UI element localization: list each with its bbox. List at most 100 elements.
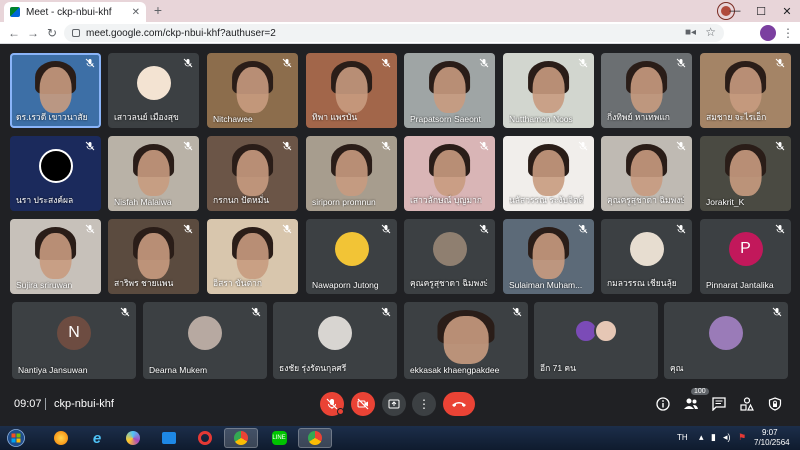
taskbar-app-chrome[interactable] — [224, 428, 258, 448]
host-controls-button[interactable] — [766, 395, 784, 413]
flag-alert-icon[interactable]: ⚑ — [738, 432, 746, 443]
participant-tile[interactable]: อิสรา ขันตาก — [207, 219, 298, 294]
shield-lock-icon — [768, 397, 782, 411]
participant-tile[interactable]: Nitchawee — [207, 53, 298, 128]
minimize-icon[interactable]: — — [722, 5, 748, 17]
network-icon[interactable]: ▮ — [711, 432, 716, 443]
participant-face — [137, 149, 170, 196]
participant-tile[interactable]: siriporn promnun — [306, 136, 397, 211]
participant-tile[interactable]: เสาวลักษณ์ บุญมาก — [404, 136, 495, 211]
info-icon — [656, 397, 670, 411]
windows-logo-icon — [7, 429, 25, 447]
participant-tile[interactable]: ธงชัย รุ่งรัตนกุลศรี — [273, 302, 397, 379]
participant-avatar — [629, 232, 664, 266]
participant-tile[interactable]: Dearna Mukem — [143, 302, 267, 379]
participant-face — [532, 232, 565, 279]
muted-mic-icon — [381, 224, 391, 234]
bookmark-star-icon[interactable]: ☆ — [705, 25, 716, 39]
muted-mic-icon — [85, 224, 95, 234]
meeting-details-button[interactable] — [654, 395, 672, 413]
participant-tile[interactable]: Nisfah Malaiwa — [108, 136, 199, 211]
participant-avatar — [334, 232, 369, 266]
microphone-off-icon — [326, 398, 338, 410]
participant-tile[interactable]: กมลวรรณ เชียนลุ้ย — [601, 219, 692, 294]
participant-tile[interactable]: N Nantiya Jansuwan — [12, 302, 136, 379]
menu-icon[interactable]: ⋮ — [780, 25, 796, 41]
address-bar: ← → ↻ meet.google.com/ckp-nbui-khf?authu… — [0, 22, 800, 44]
participant-tile[interactable]: กรกนก ปัดหมั่น — [207, 136, 298, 211]
taskbar-app-line[interactable]: LINE — [262, 428, 296, 448]
url-text: meet.google.com/ckp-nbui-khf?authuser=2 — [86, 27, 276, 39]
maximize-icon[interactable]: ☐ — [748, 5, 774, 18]
activities-button[interactable] — [738, 395, 756, 413]
muted-mic-icon — [578, 58, 588, 68]
muted-mic-icon — [479, 224, 489, 234]
taskbar-app-opera[interactable] — [188, 428, 222, 448]
participant-tile[interactable]: นรา ประสงค์ผล — [10, 136, 101, 211]
participant-tile[interactable]: สมชาย จะไรเอ็ก — [700, 53, 791, 128]
participant-tile[interactable]: คุณครูสุชาดา ฉิมพงษ์ — [404, 219, 495, 294]
camera-toggle-button[interactable] — [351, 392, 375, 416]
participant-face — [433, 149, 466, 196]
clock-time[interactable]: 9:07 — [762, 428, 778, 437]
participant-name: Jorakrit_K — [706, 197, 745, 207]
present-screen-button[interactable] — [382, 392, 406, 416]
camera-icon[interactable]: ■◂ — [685, 27, 696, 38]
participant-tile[interactable]: ดร.เรวดี เขาวนาสัย — [10, 53, 101, 128]
more-options-button[interactable]: ⋮ — [412, 392, 436, 416]
taskbar-app-media[interactable] — [152, 428, 186, 448]
participant-name: เสาวลนย์ เมืองสุข — [114, 112, 179, 122]
muted-mic-icon — [479, 141, 489, 151]
close-tab-icon[interactable]: ✕ — [132, 7, 140, 18]
clock-date[interactable]: 7/10/2564 — [754, 438, 790, 447]
participant-tile[interactable]: นลัสวรรณ ระงับจิตต์ — [503, 136, 594, 211]
language-indicator[interactable]: TH — [677, 433, 688, 442]
extension-icon[interactable] — [760, 25, 776, 41]
start-button[interactable] — [2, 428, 30, 448]
opera-icon — [198, 431, 212, 445]
participant-tile[interactable]: Prapatsorn Saeont — [404, 53, 495, 128]
participant-face — [729, 66, 762, 113]
participant-name: กรกนก ปัดหมั่น — [213, 195, 270, 205]
people-button[interactable] — [682, 395, 700, 413]
url-field[interactable]: meet.google.com/ckp-nbui-khf?authuser=2 … — [64, 24, 724, 42]
participant-name: คุณครูสุชาดา ฉิมพงษ์ — [607, 195, 685, 205]
participant-tile[interactable]: Sujira sriruwan — [10, 219, 101, 294]
participant-tile[interactable]: สาริพร ชายแพน — [108, 219, 199, 294]
participant-name: ธงชัย รุ่งรัตนกุลศรี — [279, 363, 347, 373]
chat-button[interactable] — [710, 395, 728, 413]
reload-icon[interactable]: ↻ — [44, 25, 60, 41]
forward-icon[interactable]: → — [25, 25, 41, 41]
lock-icon — [72, 29, 80, 37]
participant-face — [433, 66, 466, 113]
volume-icon[interactable]: ◂) — [723, 432, 731, 443]
participant-tile[interactable]: อีก 71 คน — [534, 302, 658, 379]
muted-mic-icon — [775, 224, 785, 234]
taskbar-app-explorer[interactable] — [116, 428, 150, 448]
back-icon[interactable]: ← — [6, 25, 22, 41]
taskbar-app-weather[interactable] — [44, 428, 78, 448]
participant-tile[interactable]: Sulaiman Muham... — [503, 219, 594, 294]
browser-tab[interactable]: Meet - ckp-nbui-khf ✕ — [4, 2, 146, 22]
participant-tile[interactable]: คุณครูสุชาดา ฉิมพงษ์ — [601, 136, 692, 211]
participant-tile[interactable]: P Pinnarat Jantalika — [700, 219, 791, 294]
participant-tile[interactable]: Nutthamon Noos — [503, 53, 594, 128]
tray-arrow-icon[interactable]: ▴ — [699, 432, 704, 443]
participant-tile[interactable]: คุณ — [664, 302, 788, 379]
participant-tile[interactable]: Nawaporn Jutong — [306, 219, 397, 294]
taskbar-app-chrome-2[interactable] — [298, 428, 332, 448]
participant-tile[interactable]: ทิพา แพรบัน — [306, 53, 397, 128]
taskbar-app-ie[interactable]: e — [80, 428, 114, 448]
muted-mic-icon — [251, 307, 261, 317]
meeting-code: ckp-nbui-khf — [54, 398, 114, 410]
participant-tile[interactable]: กิ่งทิพย์ หาเทพแก — [601, 53, 692, 128]
chrome-icon — [234, 431, 248, 445]
participant-tile[interactable]: เสาวลนย์ เมืองสุข — [108, 53, 199, 128]
muted-mic-icon — [381, 141, 391, 151]
new-tab-button[interactable]: + — [150, 3, 166, 19]
close-window-icon[interactable]: ✕ — [774, 5, 800, 18]
participant-tile[interactable]: ekkasak khaengpakdee — [404, 302, 528, 379]
leave-call-button[interactable] — [443, 392, 475, 416]
participant-tile[interactable]: Jorakrit_K — [700, 136, 791, 211]
tab-title: Meet - ckp-nbui-khf — [26, 6, 112, 18]
